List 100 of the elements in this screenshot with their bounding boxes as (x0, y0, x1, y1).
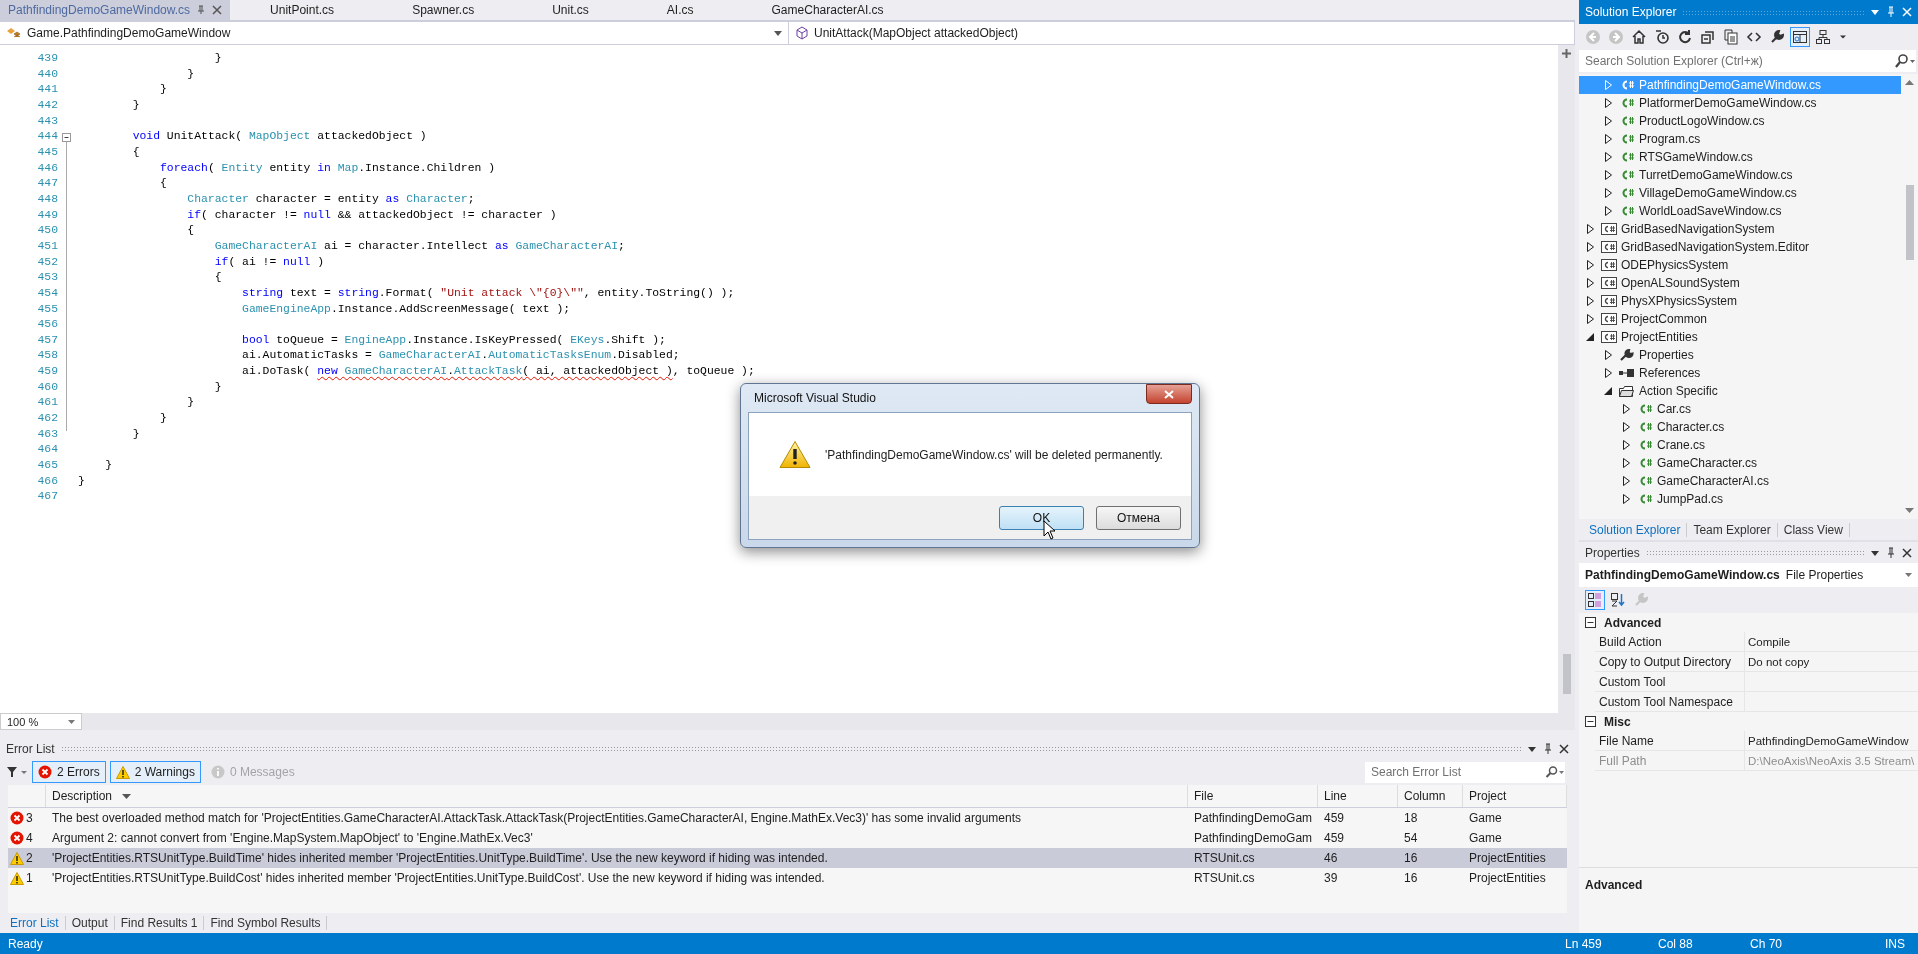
tree-item[interactable]: VillageDemoGameWindow.cs (1579, 184, 1901, 202)
preview-window-icon[interactable] (1790, 27, 1810, 47)
tree-item[interactable]: TurretDemoGameWindow.cs (1579, 166, 1901, 184)
split-handle-icon[interactable] (1562, 49, 1571, 58)
tree-item[interactable]: Crane.cs (1579, 436, 1901, 454)
diagram-icon[interactable] (1813, 27, 1833, 47)
warning-icon (10, 871, 24, 885)
filter-toggle-button[interactable]: 2 Errors (32, 761, 106, 783)
line-number: 451 (36, 238, 58, 254)
project-cell-text: Game (1468, 831, 1503, 845)
tree-item[interactable]: RTSGameWindow.cs (1579, 148, 1901, 166)
tree-item[interactable]: Car.cs (1579, 400, 1901, 418)
column-cell-text: 16 (1403, 851, 1419, 865)
error-row[interactable]: 1 'ProjectEntities.RTSUnitType.BuildCost' hides inherited member 'ProjectEntities.UnitType.BuildCost'. Use the new keyword if hiding was intended. RTSUnit.cs 39 16 ProjectEntities (8, 868, 1567, 888)
close-icon[interactable] (1559, 743, 1569, 754)
category-name: Advanced (1604, 615, 1662, 630)
close-button[interactable] (1146, 384, 1192, 404)
pin-icon[interactable] (1886, 546, 1896, 559)
object-selector[interactable]: PathfindingDemoGameWindow.cs File Properties (1579, 563, 1918, 587)
code-line: GameCharacterAI ai = character.Intellect as GameCharacterAI; (213, 238, 625, 254)
scroll-up-icon[interactable] (1905, 80, 1914, 85)
property-value[interactable]: Compile (1748, 635, 1791, 648)
property-value[interactable]: Do not copy (1748, 655, 1810, 668)
column-header[interactable]: Line (1318, 785, 1398, 807)
column-indicator: Col 88 (1658, 936, 1694, 951)
column-header[interactable]: File (1188, 785, 1318, 807)
panel-tab[interactable]: Team Explorer (1687, 522, 1778, 537)
property-value[interactable]: PathfindingDemoGameWindow (1748, 734, 1909, 747)
tree-item[interactable]: JumpPad.cs (1579, 490, 1901, 508)
panel-tab[interactable]: Error List (4, 916, 66, 930)
tree-item[interactable]: ODEPhysicsSystem (1579, 256, 1901, 274)
tree-item[interactable]: OpenALSoundSystem (1579, 274, 1901, 292)
dialog-button[interactable]: Отмена (1096, 505, 1181, 530)
pin-icon[interactable] (1543, 742, 1553, 755)
scrollbar-thumb[interactable] (1905, 185, 1914, 260)
tree-item[interactable]: ProjectEntities (1579, 328, 1901, 346)
scrollbar-thumb[interactable] (1562, 654, 1571, 694)
tree-item[interactable]: Character.cs (1579, 418, 1901, 436)
document-tab[interactable]: UnitPoint.cs (230, 0, 373, 20)
filter-icon[interactable] (6, 765, 28, 779)
collapse-box-icon[interactable] (1585, 617, 1596, 628)
tree-item[interactable]: Program.cs (1579, 130, 1901, 148)
document-tab[interactable]: Spawner.cs (372, 0, 513, 20)
column-header[interactable]: Description (46, 785, 1188, 807)
categorized-list-icon[interactable] (1585, 590, 1605, 610)
error-row[interactable]: 2 'ProjectEntities.RTSUnitType.BuildTime' hides inherited member 'ProjectEntities.UnitType.BuildTime'. Use the new keyword if hiding was intended. RTSUnit.cs 46 16 ProjectEntities (8, 848, 1567, 868)
column-header[interactable]: Project (1463, 785, 1567, 807)
tree-item[interactable]: GameCharacter.cs (1579, 454, 1901, 472)
documents-icon[interactable] (1721, 27, 1741, 47)
panel-tab[interactable]: Find Results 1 (114, 916, 205, 930)
filter-toggle-button[interactable]: 2 Warnings (109, 761, 201, 783)
line-number: 460 (36, 379, 58, 395)
folder-icon (1618, 384, 1636, 398)
panel-title: Error List (6, 741, 55, 756)
panel-tab[interactable]: Solution Explorer (1583, 522, 1688, 537)
warning-icon (115, 765, 130, 779)
document-tab[interactable]: PathfindingDemoGameWindow.cs (0, 0, 231, 20)
panel-tab[interactable]: Find Symbol Results (204, 916, 328, 930)
type-dropdown[interactable]: Game.PathfindingDemoGameWindow (0, 22, 789, 44)
code-line: bool toQueue = EngineApp.Instance.IsKeyPressed( EKeys.Shift ); (241, 332, 666, 348)
tree-item[interactable]: GameCharacterAI.cs (1579, 472, 1901, 490)
tree-item[interactable]: PhysXPhysicsSystem (1579, 292, 1901, 310)
collapse-box-icon[interactable] (1585, 716, 1596, 727)
line-number: 461 (36, 395, 58, 411)
error-description: The best overloaded method match for 'ProjectEntities.GameCharacterAI.AttackTask.AttackTask(ProjectEntities.GameCharacterAI, Engine.MathEx.Vec3)' has some invalid arguments (51, 811, 1023, 825)
pin-icon[interactable] (196, 5, 207, 15)
panel-tab[interactable]: Output (65, 916, 115, 930)
document-tab[interactable]: GameCharacterAI.cs (731, 0, 922, 20)
error-row[interactable]: 4 Argument 2: cannot convert from 'Engine.MapSystem.MapObject' to 'Engine.MathEx.Vec3' PathfindingDemoGam 459 54 Game (8, 828, 1567, 848)
tree-item[interactable]: Action Specific (1579, 382, 1901, 400)
panel-title: Properties (1585, 545, 1640, 560)
code-line: } (159, 411, 167, 427)
tree-item[interactable]: WorldLoadSaveWindow.cs (1579, 202, 1901, 220)
tree-item[interactable]: GridBasedNavigationSystem (1579, 220, 1901, 238)
project-cell-text: ProjectEntities (1468, 851, 1547, 865)
tree-item[interactable]: PlatformerDemoGameWindow.cs (1579, 94, 1901, 112)
references-icon (1618, 366, 1636, 380)
line-cell-text: 459 (1323, 831, 1346, 845)
scroll-down-icon[interactable] (1905, 508, 1914, 513)
line-number: 462 (36, 411, 58, 427)
code-line: { (159, 176, 167, 192)
error-description: 'ProjectEntities.RTSUnitType.BuildCost' hides inherited member 'ProjectEntities.UnitType.BuildCost'. Use the new keyword if hiding was intended. (51, 871, 826, 885)
zoom-dropdown[interactable]: 100 % (0, 713, 82, 730)
tree-item[interactable]: GridBasedNavigationSystem.Editor (1579, 238, 1901, 256)
panel-tab[interactable]: Class View (1777, 522, 1850, 537)
tree-item[interactable]: ProjectCommon (1579, 310, 1901, 328)
tree-item[interactable]: ProductLogoWindow.cs (1579, 112, 1901, 130)
close-icon[interactable] (1902, 547, 1912, 558)
sort-alphabetical-icon[interactable] (1608, 590, 1628, 610)
column-header[interactable]: Column (1398, 785, 1463, 807)
tree-item[interactable]: References (1579, 364, 1901, 382)
code-line: Character character = entity as Character; (186, 191, 475, 207)
dialog-button[interactable]: OK (999, 505, 1084, 530)
vertical-scrollbar[interactable] (1558, 45, 1575, 713)
member-dropdown[interactable]: UnitAttack(MapObject attackedObject) (789, 22, 1575, 44)
document-tab[interactable]: Unit.cs (512, 0, 627, 20)
tree-item[interactable]: Properties (1579, 346, 1901, 364)
document-tab[interactable]: AI.cs (626, 0, 732, 20)
close-icon[interactable] (212, 5, 223, 15)
line-number: 463 (36, 426, 58, 442)
